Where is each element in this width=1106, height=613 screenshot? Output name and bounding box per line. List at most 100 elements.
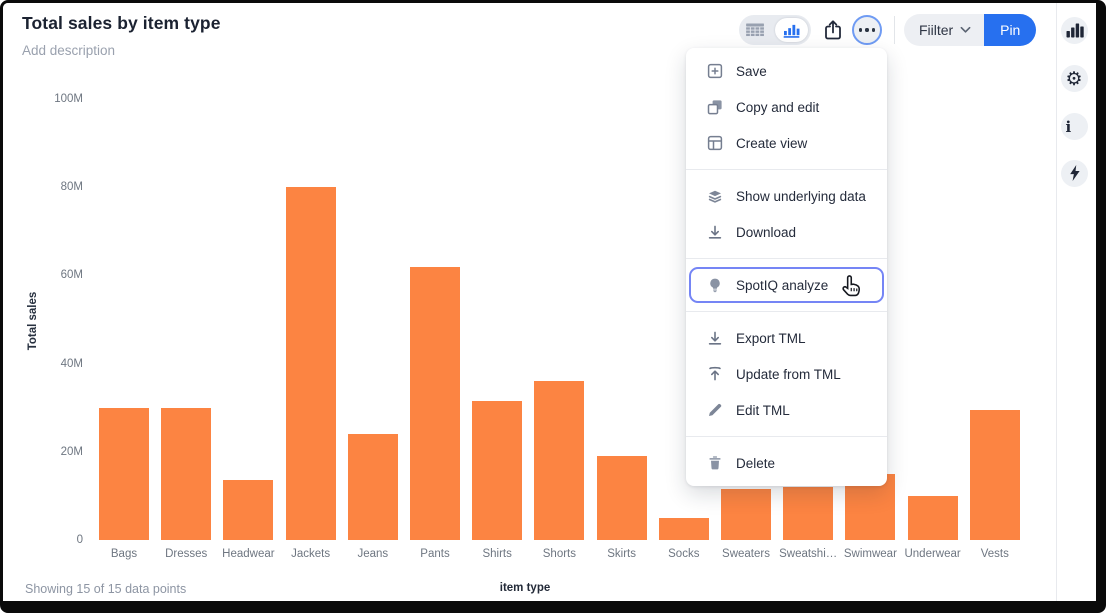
bar-dresses[interactable] [161, 408, 211, 540]
page-title: Total sales by item type [22, 13, 221, 34]
menu-divider [686, 311, 887, 312]
sidebar-button-chart[interactable] [1061, 17, 1088, 44]
menu-item-export-tml[interactable]: Export TML [686, 320, 887, 356]
menu-item-label: SpotIQ analyze [736, 278, 828, 293]
menu-item-label: Delete [736, 456, 775, 471]
bar-skirts[interactable] [597, 456, 647, 540]
filter-pin-group: Fiilter Pin [904, 14, 1036, 46]
sidebar-button-gear[interactable]: ⚙ [1061, 65, 1088, 92]
create-view-icon [707, 135, 723, 151]
y-axis-tick: 60M [23, 269, 83, 281]
download-icon [707, 330, 723, 346]
bar-bags[interactable] [99, 408, 149, 540]
bar-chart-icon [782, 23, 801, 38]
bar-jeans[interactable] [348, 434, 398, 540]
menu-divider [686, 258, 887, 259]
chevron-down-icon [960, 26, 971, 34]
menu-item-label: Download [736, 225, 796, 240]
x-axis-tick: Underwear [898, 548, 968, 560]
x-axis-tick: Dresses [151, 548, 221, 560]
y-axis-tick: 20M [23, 446, 83, 458]
menu-item-update-from-tml[interactable]: Update from TML [686, 356, 887, 392]
x-axis-tick: Sweatshi… [773, 548, 843, 560]
x-axis-tick: Headwear [213, 548, 283, 560]
x-axis-tick: Vests [960, 548, 1030, 560]
x-axis-tick: Skirts [587, 548, 657, 560]
view-toggle [739, 15, 811, 45]
menu-item-label: Copy and edit [736, 100, 819, 115]
menu-item-copy-and-edit[interactable]: Copy and edit [686, 89, 887, 125]
copy-icon [707, 99, 723, 115]
x-axis-tick: Swimwear [835, 548, 905, 560]
chart-icon [1066, 22, 1084, 38]
data-points-footnote: Showing 15 of 15 data points [25, 582, 186, 596]
x-axis-tick: Sweaters [711, 548, 781, 560]
bar-shorts[interactable] [534, 381, 584, 540]
pencil-icon [707, 402, 723, 418]
more-menu-button[interactable] [852, 15, 882, 45]
bar-socks[interactable] [659, 518, 709, 540]
context-menu: Save Copy and edit Create view Show underly… [686, 48, 887, 486]
y-axis-title: Total sales [27, 292, 39, 351]
chart-page: Total sales by item type Add description… [3, 3, 1096, 601]
menu-divider [686, 169, 887, 170]
x-axis-title: item type [500, 582, 551, 594]
menu-item-edit-tml[interactable]: Edit TML [686, 392, 887, 428]
right-sidebar [1057, 3, 1096, 601]
y-axis-tick: 40M [23, 358, 83, 370]
x-axis-tick: Jackets [276, 548, 346, 560]
gear-icon: ⚙ [1066, 70, 1084, 86]
menu-item-create-view[interactable]: Create view [686, 125, 887, 161]
bar-shirts[interactable] [472, 401, 522, 540]
download-icon [707, 224, 723, 240]
bar-headwear[interactable] [223, 480, 273, 540]
menu-item-label: Show underlying data [736, 189, 866, 204]
menu-item-label: Edit TML [736, 403, 790, 418]
sidebar-button-lightning[interactable] [1061, 160, 1088, 187]
x-axis-tick: Bags [89, 548, 159, 560]
window-frame: Total sales by item type Add description… [0, 0, 1106, 613]
sidebar-button-info[interactable]: i [1061, 113, 1088, 140]
lightning-icon [1066, 165, 1084, 181]
table-icon [746, 23, 765, 38]
view-toggle-bar-chart[interactable] [775, 18, 808, 42]
bar-pants[interactable] [410, 267, 460, 540]
y-axis-tick: 100M [23, 93, 83, 105]
info-icon: i [1066, 118, 1084, 134]
x-axis-tick: Socks [649, 548, 719, 560]
toolbar-divider [894, 16, 895, 44]
menu-item-label: Update from TML [736, 367, 841, 382]
pin-button[interactable]: Pin [984, 14, 1036, 46]
x-axis-tick: Shorts [524, 548, 594, 560]
pin-label: Pin [1000, 22, 1020, 38]
lightbulb-icon [707, 277, 723, 293]
menu-item-delete[interactable]: Delete [686, 445, 887, 481]
menu-divider [686, 436, 887, 437]
menu-item-download[interactable]: Download [686, 214, 887, 250]
save-icon [707, 63, 723, 79]
layers-icon [707, 188, 723, 204]
menu-item-show-underlying-data[interactable]: Show underlying data [686, 178, 887, 214]
menu-item-label: Export TML [736, 331, 806, 346]
y-axis-tick: 0 [23, 534, 83, 546]
add-description[interactable]: Add description [22, 43, 115, 58]
filter-label: Fiilter [919, 22, 953, 38]
x-axis-tick: Jeans [338, 548, 408, 560]
bar-sweatshi-[interactable] [783, 487, 833, 540]
trash-icon [707, 455, 723, 471]
bar-jackets[interactable] [286, 187, 336, 540]
share-button[interactable] [819, 16, 847, 44]
bar-vests[interactable] [970, 410, 1020, 540]
menu-item-save[interactable]: Save [686, 53, 887, 89]
menu-item-label: Save [736, 64, 767, 79]
bar-sweaters[interactable] [721, 489, 771, 540]
y-axis-tick: 80M [23, 181, 83, 193]
hand-pointer-icon [839, 273, 866, 300]
view-toggle-table[interactable] [739, 15, 772, 45]
bar-underwear[interactable] [908, 496, 958, 540]
menu-item-label: Create view [736, 136, 807, 151]
x-axis-tick: Shirts [462, 548, 532, 560]
x-axis-tick: Pants [400, 548, 470, 560]
upload-icon [707, 366, 723, 382]
filter-button[interactable]: Fiilter [904, 14, 984, 46]
